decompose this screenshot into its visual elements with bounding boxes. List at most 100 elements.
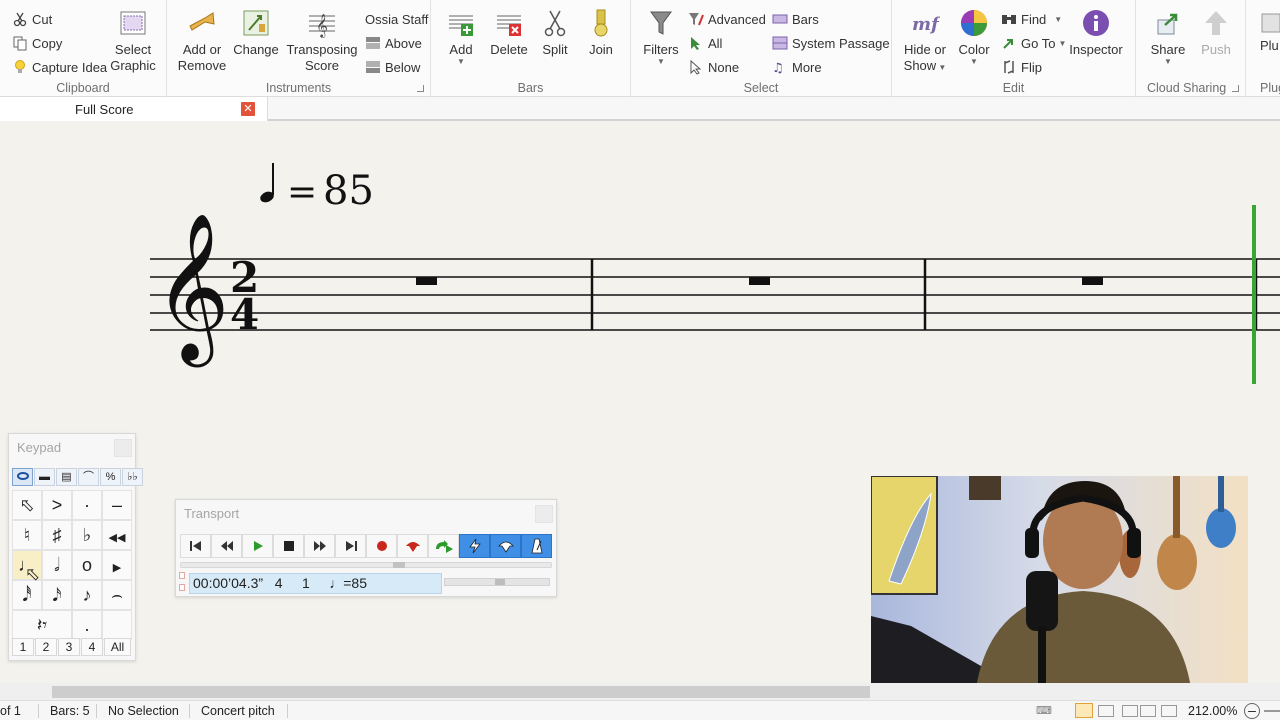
- live-playback-button[interactable]: [490, 534, 521, 558]
- keypad-whole-note-key[interactable]: o: [72, 550, 102, 580]
- ossia-staff-button[interactable]: Ossia Staff: [365, 9, 428, 29]
- keypad-flat-key[interactable]: ♭: [72, 520, 102, 550]
- find-button[interactable]: Find ▼: [1001, 9, 1062, 29]
- flip-button[interactable]: Flip: [1001, 57, 1042, 77]
- select-graphic-button[interactable]: Select Graphic: [106, 8, 160, 74]
- keypad-tie-key[interactable]: ⌢: [102, 580, 132, 610]
- join-bar-button[interactable]: Join: [583, 8, 619, 58]
- zoom-slider[interactable]: [1264, 710, 1280, 712]
- add-or-remove-button[interactable]: Add or Remove: [175, 8, 229, 74]
- page-view-spread-icon[interactable]: [1098, 705, 1114, 717]
- fast-forward-button[interactable]: [304, 534, 335, 558]
- copy-button[interactable]: Copy: [12, 33, 62, 53]
- keypad-layout-all[interactable]: All: [104, 638, 131, 656]
- keypad-dot-key[interactable]: .: [72, 610, 102, 640]
- horizontal-scrollbar-thumb[interactable]: [52, 686, 870, 698]
- inspector-button[interactable]: Inspector: [1066, 8, 1126, 58]
- horizontal-scrollbar[interactable]: [0, 683, 1280, 700]
- transposing-score-button[interactable]: 𝄞 Transposing Score: [285, 8, 359, 74]
- keypad-tab-common-notes[interactable]: [12, 468, 33, 486]
- find-dropdown-icon[interactable]: ▼: [1054, 15, 1062, 24]
- add-bar-dropdown-icon[interactable]: ▼: [443, 58, 479, 66]
- treble-clef-icon[interactable]: 𝄞: [154, 212, 230, 367]
- live-tempo-button[interactable]: [459, 534, 490, 558]
- ossia-below-button[interactable]: Below: [365, 57, 420, 77]
- hide-or-show-dropdown-icon[interactable]: ▼: [936, 63, 946, 72]
- keypad-staccato-key[interactable]: ·: [72, 490, 102, 520]
- filters-button[interactable]: Filters ▼: [641, 8, 681, 66]
- play-button[interactable]: [242, 534, 273, 558]
- transport-title-bar[interactable]: Transport: [176, 500, 556, 528]
- bar-rest-1[interactable]: [416, 277, 437, 285]
- keypad-accent-key[interactable]: >: [42, 490, 72, 520]
- replay-button[interactable]: [397, 534, 428, 558]
- tempo-marking[interactable]: = 85: [259, 163, 374, 214]
- page-view-grid-icon[interactable]: [1122, 705, 1138, 717]
- keypad-8th-note-key[interactable]: ♪: [72, 580, 102, 610]
- zoom-level[interactable]: 212.00%: [1188, 704, 1237, 718]
- select-system-passage-button[interactable]: System Passage: [772, 33, 890, 53]
- hide-or-show-button[interactable]: mf Hide or Show ▼: [900, 8, 950, 76]
- go-to-start-button[interactable]: [180, 534, 211, 558]
- keypad-sharp-key[interactable]: ♯: [42, 520, 72, 550]
- select-more-button[interactable]: ♫ More: [772, 57, 822, 77]
- keypad-tab-jazz[interactable]: %: [100, 468, 121, 486]
- page-view-panorama-icon[interactable]: [1140, 705, 1156, 717]
- playback-position-slider[interactable]: [180, 562, 552, 568]
- go-to-end-button[interactable]: [335, 534, 366, 558]
- keypad-layout-3[interactable]: 3: [58, 638, 80, 656]
- stop-button[interactable]: [273, 534, 304, 558]
- keypad-play-key[interactable]: ▶: [102, 550, 132, 580]
- keypad-layout-4[interactable]: 4: [81, 638, 103, 656]
- play-from-selection-button[interactable]: [428, 534, 459, 558]
- keypad-layout-1[interactable]: 1: [12, 638, 34, 656]
- add-bar-button[interactable]: Add ▼: [443, 8, 479, 66]
- time-signature-bottom[interactable]: 4: [230, 290, 259, 339]
- playback-line[interactable]: [1252, 205, 1256, 384]
- keypad-rest-key[interactable]: 𝄽𝄾: [12, 610, 72, 640]
- page-view-draft-icon[interactable]: [1161, 705, 1177, 717]
- keypad-natural-key[interactable]: ♮: [12, 520, 42, 550]
- status-concert-pitch[interactable]: Concert pitch: [201, 704, 275, 718]
- metronome-button[interactable]: [521, 534, 552, 558]
- select-all-button[interactable]: All: [688, 33, 722, 53]
- share-dropdown-icon[interactable]: ▼: [1146, 58, 1190, 66]
- change-instrument-button[interactable]: Change: [233, 8, 279, 58]
- split-bar-button[interactable]: Split: [537, 8, 573, 58]
- keypad-tab-accidentals[interactable]: ♭♭: [122, 468, 143, 486]
- keypad-tab-articulations[interactable]: ⌒: [78, 468, 99, 486]
- volume-slider[interactable]: [444, 578, 550, 586]
- instruments-dialog-launcher-icon[interactable]: [417, 85, 424, 92]
- select-none-button[interactable]: None: [688, 57, 739, 77]
- keypad-tab-more-notes[interactable]: ▬: [34, 468, 55, 486]
- cloud-sharing-dialog-launcher-icon[interactable]: [1232, 85, 1239, 92]
- keypad-tenuto-key[interactable]: –: [102, 490, 132, 520]
- zoom-out-icon[interactable]: –: [1244, 703, 1260, 719]
- transport-close-icon[interactable]: [535, 505, 553, 523]
- record-button[interactable]: [366, 534, 397, 558]
- rewind-button[interactable]: [211, 534, 242, 558]
- keypad-tab-beams[interactable]: ▤: [56, 468, 77, 486]
- go-to-button[interactable]: Go To ▼: [1001, 33, 1066, 53]
- share-button[interactable]: Share ▼: [1146, 8, 1190, 66]
- keypad-16th-note-key[interactable]: 𝅘𝅥𝅯: [42, 580, 72, 610]
- keypad-layout-2[interactable]: 2: [35, 638, 57, 656]
- select-bars-button[interactable]: Bars: [772, 9, 819, 29]
- volume-thumb[interactable]: [495, 579, 505, 585]
- filters-dropdown-icon[interactable]: ▼: [641, 58, 681, 66]
- cut-button[interactable]: Cut: [12, 9, 52, 29]
- close-tab-icon[interactable]: ✕: [241, 102, 255, 116]
- keypad-half-note-key[interactable]: 𝅗𝅥: [42, 550, 72, 580]
- keypad-pointer-key[interactable]: ⬁: [12, 490, 42, 520]
- keypad-empty-key[interactable]: [102, 610, 132, 640]
- capture-idea-button[interactable]: Capture Idea: [12, 57, 107, 77]
- plugins-button[interactable]: Plu: [1260, 8, 1280, 54]
- keyboard-icon[interactable]: ⌨: [1036, 704, 1052, 717]
- keypad-close-icon[interactable]: [114, 439, 132, 457]
- tab-full-score[interactable]: Full Score ✕: [0, 97, 268, 121]
- select-advanced-button[interactable]: Advanced: [688, 9, 766, 29]
- color-button[interactable]: Color ▼: [954, 8, 994, 66]
- color-dropdown-icon[interactable]: ▼: [954, 58, 994, 66]
- keypad-title-bar[interactable]: Keypad: [9, 434, 135, 462]
- bar-rest-2[interactable]: [749, 277, 770, 285]
